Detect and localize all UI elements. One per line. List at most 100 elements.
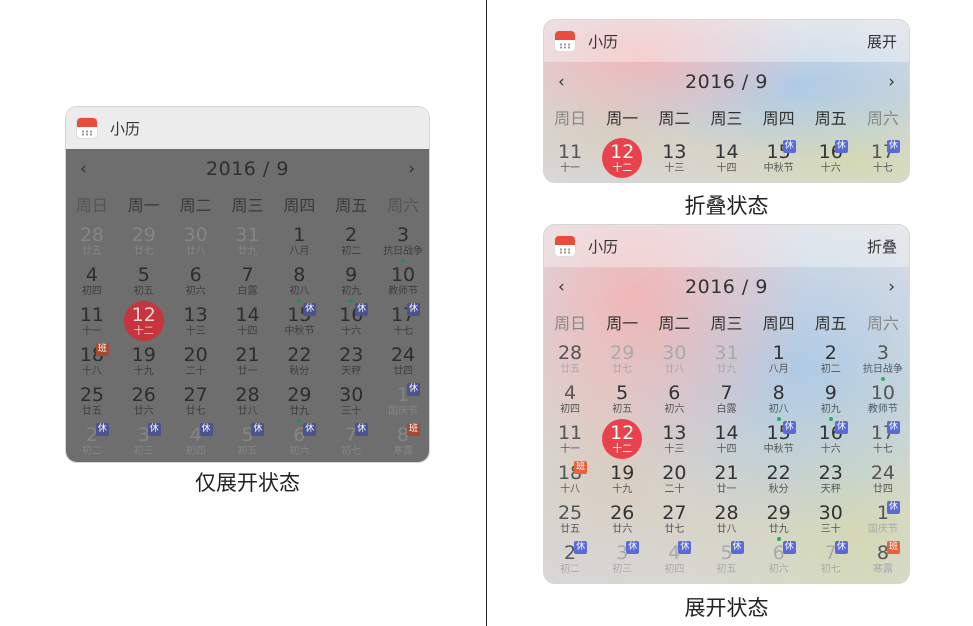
day-cell[interactable]: 3 抗日战争 bbox=[857, 343, 909, 383]
day-cell[interactable]: 2 初二 bbox=[805, 343, 857, 383]
day-cell[interactable]: 16 十六 休 bbox=[805, 421, 857, 463]
day-cell[interactable]: 7 白露 bbox=[700, 383, 752, 423]
day-cell[interactable]: 8 初八 bbox=[753, 383, 805, 423]
day-cell[interactable]: 26 廿六 bbox=[596, 503, 648, 543]
day-cell[interactable]: 6 初六 休 bbox=[273, 423, 325, 462]
day-cell[interactable]: 6 初六 bbox=[170, 265, 222, 305]
day-cell[interactable]: 27 廿七 bbox=[648, 503, 700, 543]
day-cell[interactable]: 1 国庆节 休 bbox=[377, 383, 429, 425]
day-cell[interactable]: 5 初五 bbox=[596, 383, 648, 423]
day-cell[interactable]: 15 中秋节 休 bbox=[273, 303, 325, 345]
day-cell[interactable]: 9 初九 bbox=[805, 383, 857, 423]
day-cell[interactable]: 28 廿五 bbox=[66, 225, 118, 265]
day-cell[interactable]: 25 廿五 bbox=[66, 385, 118, 425]
day-cell[interactable]: 19 十九 bbox=[596, 463, 648, 503]
day-cell[interactable]: 3 抗日战争 bbox=[377, 225, 429, 265]
day-cell[interactable]: 5 初五 bbox=[118, 265, 170, 305]
day-cell[interactable]: 9 初九 bbox=[325, 265, 377, 305]
widget-expand-only: 小历 ‹ 2016 / 9 › 周日 周一 周二 周三 周四 周五 周六 28 廿… bbox=[65, 106, 430, 463]
day-cell[interactable]: 7 初七 休 bbox=[325, 423, 377, 462]
day-cell[interactable]: 25 廿五 bbox=[544, 503, 596, 543]
day-cell[interactable]: 23 天秤 bbox=[805, 463, 857, 503]
day-cell[interactable]: 27 廿七 bbox=[170, 385, 222, 425]
day-cell[interactable]: 30 三十 bbox=[325, 385, 377, 425]
day-cell[interactable]: 10 教师节 bbox=[857, 383, 909, 423]
day-cell[interactable]: 6 初六 休 bbox=[753, 541, 805, 583]
day-cell[interactable]: 7 白露 bbox=[222, 265, 274, 305]
day-cell[interactable]: 22 秋分 bbox=[273, 345, 325, 385]
day-cell[interactable]: 21 廿一 bbox=[700, 463, 752, 503]
next-month-button[interactable]: › bbox=[888, 277, 895, 297]
day-cell[interactable]: 16 十六 休 bbox=[805, 140, 857, 182]
day-cell[interactable]: 17 十七 休 bbox=[857, 421, 909, 463]
prev-month-button[interactable]: ‹ bbox=[80, 159, 87, 179]
prev-month-button[interactable]: ‹ bbox=[558, 277, 565, 297]
day-cell[interactable]: 2 初二 休 bbox=[544, 541, 596, 583]
day-cell[interactable]: 24 廿四 bbox=[377, 345, 429, 385]
prev-month-button[interactable]: ‹ bbox=[558, 72, 565, 92]
day-cell[interactable]: 30 廿八 bbox=[170, 225, 222, 265]
day-cell[interactable]: 20 二十 bbox=[648, 463, 700, 503]
day-cell[interactable]: 14 十四 bbox=[222, 305, 274, 345]
day-cell[interactable]: 29 廿七 bbox=[118, 225, 170, 265]
day-cell[interactable]: 6 初六 bbox=[648, 383, 700, 423]
day-cell[interactable]: 15 中秋节 休 bbox=[753, 140, 805, 182]
day-cell[interactable]: 4 初四 bbox=[544, 383, 596, 423]
day-cell[interactable]: 30 三十 bbox=[805, 503, 857, 543]
day-cell[interactable]: 3 初三 休 bbox=[596, 541, 648, 583]
day-cell[interactable]: 4 初四 休 bbox=[648, 541, 700, 583]
day-cell[interactable]: 13 十三 bbox=[648, 142, 700, 182]
day-cell[interactable]: 29 廿七 bbox=[596, 343, 648, 383]
day-cell[interactable]: 14 十四 bbox=[700, 142, 752, 182]
day-cell[interactable]: 13 十三 bbox=[648, 423, 700, 463]
day-cell[interactable]: 11 十一 bbox=[544, 423, 596, 463]
day-cell[interactable]: 19 十九 bbox=[118, 345, 170, 385]
day-cell[interactable]: 24 廿四 bbox=[857, 463, 909, 503]
day-cell[interactable]: 29 廿九 bbox=[753, 503, 805, 543]
day-cell[interactable]: 17 十七 休 bbox=[377, 303, 429, 345]
day-cell[interactable]: 17 十七 休 bbox=[857, 140, 909, 182]
day-cell[interactable]: 29 廿九 bbox=[273, 385, 325, 425]
day-cell[interactable]: 8 寒露 班 bbox=[857, 541, 909, 583]
day-cell[interactable]: 11 十一 bbox=[66, 305, 118, 345]
day-cell[interactable]: 2 初二 bbox=[325, 225, 377, 265]
day-cell[interactable]: 8 寒露 班 bbox=[377, 423, 429, 462]
collapse-toggle-button[interactable]: 折叠 bbox=[867, 236, 897, 257]
day-cell[interactable]: 8 初八 bbox=[273, 265, 325, 305]
day-cell[interactable]: 26 廿六 bbox=[118, 385, 170, 425]
expand-toggle-button[interactable]: 展开 bbox=[867, 31, 897, 52]
day-cell[interactable]: 14 十四 bbox=[700, 423, 752, 463]
day-cell-today[interactable]: 12 十二 bbox=[596, 138, 648, 182]
day-cell[interactable]: 11 十一 bbox=[544, 142, 596, 182]
day-cell[interactable]: 18 十八 班 bbox=[544, 461, 596, 503]
day-cell[interactable]: 30 廿八 bbox=[648, 343, 700, 383]
day-cell[interactable]: 2 初二 休 bbox=[66, 423, 118, 462]
day-cell[interactable]: 22 秋分 bbox=[753, 463, 805, 503]
day-cell[interactable]: 16 十六 休 bbox=[325, 303, 377, 345]
day-cell[interactable]: 21 廿一 bbox=[222, 345, 274, 385]
day-cell[interactable]: 5 初五 休 bbox=[222, 423, 274, 462]
day-cell[interactable]: 15 中秋节 休 bbox=[753, 421, 805, 463]
day-cell[interactable]: 7 初七 休 bbox=[805, 541, 857, 583]
day-cell[interactable]: 23 天秤 bbox=[325, 345, 377, 385]
day-cell[interactable]: 28 廿五 bbox=[544, 343, 596, 383]
day-cell[interactable]: 18 十八 班 bbox=[66, 343, 118, 385]
day-cell[interactable]: 28 廿八 bbox=[700, 503, 752, 543]
day-cell[interactable]: 28 廿八 bbox=[222, 385, 274, 425]
day-cell[interactable]: 31 廿九 bbox=[700, 343, 752, 383]
day-cell[interactable]: 20 二十 bbox=[170, 345, 222, 385]
next-month-button[interactable]: › bbox=[408, 159, 415, 179]
day-cell-today[interactable]: 12 十二 bbox=[596, 419, 648, 463]
day-cell[interactable]: 1 八月 bbox=[273, 225, 325, 265]
day-cell[interactable]: 31 廿九 bbox=[222, 225, 274, 265]
day-cell[interactable]: 3 初三 休 bbox=[118, 423, 170, 462]
day-cell[interactable]: 5 初五 休 bbox=[700, 541, 752, 583]
day-cell[interactable]: 1 国庆节 休 bbox=[857, 501, 909, 543]
day-cell[interactable]: 4 初四 休 bbox=[170, 423, 222, 462]
day-cell[interactable]: 4 初四 bbox=[66, 265, 118, 305]
day-cell-today[interactable]: 12 十二 bbox=[118, 301, 170, 345]
day-cell[interactable]: 1 八月 bbox=[753, 343, 805, 383]
day-cell[interactable]: 10 教师节 bbox=[377, 265, 429, 305]
next-month-button[interactable]: › bbox=[888, 72, 895, 92]
day-cell[interactable]: 13 十三 bbox=[170, 305, 222, 345]
